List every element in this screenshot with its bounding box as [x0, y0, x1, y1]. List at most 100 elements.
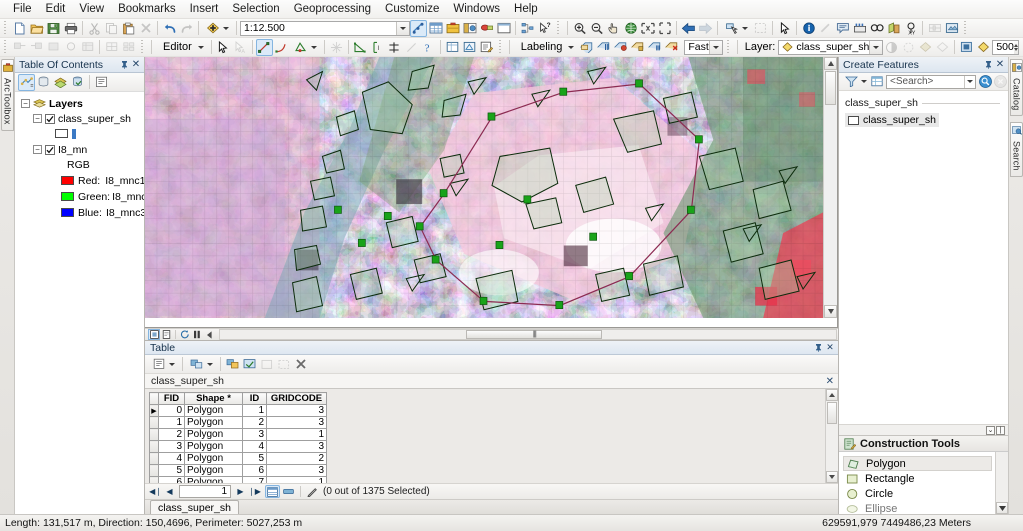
- expander-icon[interactable]: −: [33, 145, 42, 154]
- map-horizontal-scrollbar[interactable]: ||||: [219, 329, 837, 340]
- construction-tool-ellipse[interactable]: Ellipse: [843, 501, 992, 514]
- cell-gridcode[interactable]: 3: [266, 404, 327, 417]
- active-layer-combo[interactable]: class_super_sh: [778, 39, 884, 55]
- cell-gridcode[interactable]: 3: [266, 440, 327, 453]
- toc-options-button[interactable]: [93, 74, 110, 91]
- table-tab-class-super-sh[interactable]: class_super_sh: [150, 500, 239, 514]
- close-icon[interactable]: ✕: [826, 376, 834, 387]
- cell-fid[interactable]: 4: [158, 452, 185, 465]
- search-button[interactable]: [978, 74, 993, 89]
- row-select-header[interactable]: [149, 392, 159, 405]
- toc-layer-class-super-sh[interactable]: − class_super_sh: [19, 112, 144, 125]
- pin-icon[interactable]: [982, 59, 994, 71]
- menu-item-help[interactable]: Help: [507, 1, 545, 17]
- adjust-transparency-button[interactable]: [883, 39, 900, 56]
- column-header-fid[interactable]: FID: [158, 392, 185, 405]
- pause-labeling-button[interactable]: [646, 39, 663, 56]
- toolbar-grip-6[interactable]: [497, 39, 504, 55]
- scroll-down-button[interactable]: [826, 471, 838, 483]
- georeferencing-button-4[interactable]: [62, 39, 79, 56]
- expander-icon[interactable]: −: [21, 99, 30, 108]
- label-weight-ranking-button[interactable]: [612, 39, 629, 56]
- toolbar-grip-7[interactable]: [725, 39, 732, 55]
- cell-fid[interactable]: 5: [158, 464, 185, 477]
- toc-layer-i8-mn[interactable]: − I8_mn: [19, 143, 144, 156]
- select-elements-button[interactable]: [776, 20, 793, 37]
- cell-id[interactable]: 2: [242, 416, 267, 429]
- menu-item-file[interactable]: File: [6, 1, 39, 17]
- pin-icon[interactable]: [118, 59, 130, 71]
- related-tables-button[interactable]: [186, 356, 217, 373]
- print-button[interactable]: [62, 20, 79, 37]
- save-button[interactable]: [45, 20, 62, 37]
- catalog-window-button[interactable]: [461, 20, 478, 37]
- first-record-button[interactable]: ◀❘: [149, 485, 162, 498]
- editor-menu-button[interactable]: Editor: [155, 39, 208, 56]
- distance-tool-button[interactable]: l: [369, 39, 386, 56]
- list-by-drawing-order-button[interactable]: [18, 73, 35, 91]
- cell-shape[interactable]: Polygon: [184, 452, 243, 465]
- table-row[interactable]: 1 Polygon 2 3: [149, 416, 327, 429]
- toolbar-grip-2[interactable]: [556, 20, 562, 36]
- scroll-up-button[interactable]: [826, 389, 838, 401]
- swipe-layer-button[interactable]: [900, 39, 917, 56]
- table-row[interactable]: 6 Polygon 7 1: [149, 476, 327, 483]
- cell-shape[interactable]: Polygon: [184, 416, 243, 429]
- cell-shape[interactable]: Polygon: [184, 476, 243, 483]
- toolbar-grip-3[interactable]: [963, 20, 969, 36]
- editor-toolbar-toggle[interactable]: [410, 19, 427, 37]
- whats-this-help-button[interactable]: ?: [536, 20, 553, 37]
- menu-item-insert[interactable]: Insert: [183, 1, 226, 17]
- find-button[interactable]: [868, 20, 885, 37]
- menu-item-selection[interactable]: Selection: [225, 1, 286, 17]
- trace-tool-button[interactable]: [290, 39, 321, 56]
- cell-fid[interactable]: 2: [158, 428, 185, 441]
- open-attribute-table-button[interactable]: [427, 20, 444, 37]
- construction-tool-polygon[interactable]: Polygon: [843, 456, 992, 471]
- collapse-icon[interactable]: ⌄: [986, 425, 995, 435]
- previous-view-button[interactable]: [203, 329, 215, 340]
- table-row[interactable]: 2 Polygon 3 1: [149, 428, 327, 441]
- scroll-down-button[interactable]: [996, 502, 1008, 514]
- new-document-button[interactable]: [11, 20, 28, 37]
- georeferencing-button-5[interactable]: [79, 39, 96, 56]
- sketch-properties-button[interactable]: [461, 39, 478, 56]
- buffer-distance-stepper[interactable]: [1013, 39, 1019, 55]
- scroll-thumb-horizontal[interactable]: ||||: [466, 330, 602, 339]
- zoom-out-button[interactable]: [588, 20, 605, 37]
- arctoolbox-tab[interactable]: ArcToolbox: [1, 59, 14, 131]
- find-route-button[interactable]: [851, 20, 868, 37]
- list-by-selection-button[interactable]: [69, 74, 86, 91]
- last-record-button[interactable]: ❘▶: [248, 485, 261, 498]
- column-header-shape[interactable]: Shape *: [184, 392, 243, 405]
- create-viewer-window-button[interactable]: [943, 20, 960, 37]
- cell-gridcode[interactable]: 3: [266, 464, 327, 477]
- search-tab[interactable]: Search: [1010, 122, 1023, 178]
- list-by-source-button[interactable]: [35, 74, 52, 91]
- red-band-swatch[interactable]: [61, 176, 74, 185]
- edit-sketch-properties-button[interactable]: [478, 39, 495, 56]
- edit-annotation-tool-button[interactable]: A: [232, 39, 249, 56]
- row-marker[interactable]: [149, 452, 159, 465]
- divide-tool-button[interactable]: [403, 39, 420, 56]
- create-features-search-input[interactable]: <Search>: [886, 74, 976, 89]
- table-row[interactable]: ▶ 0 Polygon 1 3: [149, 404, 327, 417]
- clear-search-button[interactable]: [993, 74, 1008, 89]
- table-vertical-scrollbar[interactable]: [825, 389, 838, 483]
- switch-selection-button[interactable]: [241, 356, 258, 373]
- cell-id[interactable]: 5: [242, 452, 267, 465]
- menu-item-view[interactable]: View: [72, 1, 111, 17]
- fixed-zoom-in-button[interactable]: [639, 20, 656, 37]
- map-scale-combo[interactable]: 1:12.500: [240, 20, 410, 36]
- map-vertical-scrollbar[interactable]: [823, 57, 837, 318]
- cell-gridcode[interactable]: 1: [266, 428, 327, 441]
- refresh-view-button[interactable]: [179, 329, 191, 340]
- cell-gridcode[interactable]: 2: [266, 452, 327, 465]
- blue-band-swatch[interactable]: [61, 208, 74, 217]
- georeferencing-button-1[interactable]: [11, 39, 28, 56]
- buffer-symbol-button[interactable]: [975, 39, 992, 56]
- previous-extent-button[interactable]: [680, 20, 697, 37]
- select-by-attributes-button[interactable]: [224, 356, 241, 373]
- layout-grid-button-1[interactable]: [103, 39, 120, 56]
- toc-band-red[interactable]: Red: I8_mnc1: [19, 174, 144, 187]
